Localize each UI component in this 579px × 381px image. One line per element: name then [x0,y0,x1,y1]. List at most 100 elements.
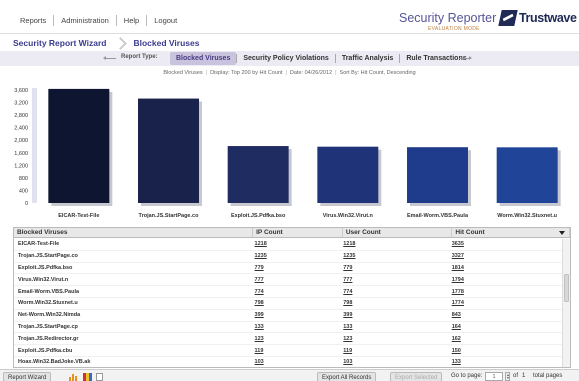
cell-user-count[interactable]: 103 [339,359,447,365]
previous-arrow-icon[interactable] [103,56,116,60]
column-header-ip-count[interactable]: IP Count [253,228,343,237]
table-row[interactable]: Virus.Win32.Virut.n 777 777 1794 [14,274,564,287]
menu-help[interactable]: Help [117,16,146,25]
table-row[interactable]: Exploit.JS.Pdfka.bso 779 779 1814 [14,263,564,275]
cell-user-count[interactable]: 774 [339,289,447,295]
document-icon[interactable] [96,373,103,381]
cell-hit-count[interactable]: 162 [448,336,564,342]
table-scrollbar[interactable] [562,239,570,367]
tab-security-policy-violations[interactable]: Security Policy Violations [237,52,334,65]
flag-icon[interactable] [83,373,92,381]
export-selected-button[interactable]: Export Selected [390,372,443,381]
menu-administration[interactable]: Administration [54,16,116,25]
cell-virus-name: Hoax.Win32.BadJoke.VB.ak [18,359,91,366]
bar[interactable] [138,98,199,203]
table-row[interactable]: Trojan.JS.Redirector.gr 123 123 162 [14,333,564,346]
bar[interactable] [496,147,558,203]
cell-ip-count[interactable]: 123 [251,336,340,342]
cell-user-count[interactable]: 779 [339,265,447,271]
page-spinner-icon[interactable] [505,372,510,381]
evaluation-mode-label: EVALUATION MODE [428,26,480,32]
cell-user-count[interactable]: 133 [339,324,447,330]
table-row[interactable]: Trojan.JS.StartPage.co 1235 1235 3327 [14,251,564,263]
cell-hit-count[interactable]: 133 [448,359,564,365]
column-header-blocked-viruses[interactable]: Blocked Viruses [14,228,254,237]
page-number-input[interactable]: 1 [485,372,503,381]
report-type-tabs: Blocked Viruses Security Policy Violatio… [170,52,473,65]
report-wizard-button[interactable]: Report Wizard [3,372,52,381]
export-all-records-button[interactable]: Export All Records [317,372,377,381]
cell-hit-count[interactable]: 843 [448,312,564,318]
next-arrow-icon[interactable] [459,56,472,60]
cell-user-count[interactable]: 798 [339,300,447,306]
table-row[interactable]: Hoax.Win32.BadJoke.VB.ak 103 103 133 [14,357,564,367]
breadcrumb-current: Blocked Viruses [133,38,200,48]
column-header-hit-count-label: Hit Count [455,229,485,236]
cell-virus-name: Trojan.JS.Redirector.gr [18,335,79,342]
bar[interactable] [407,147,468,203]
cell-hit-count[interactable]: 164 [448,324,564,330]
y-tick-label: 3,600 [14,88,28,94]
bar[interactable] [317,146,379,203]
tab-blocked-viruses[interactable]: Blocked Viruses [170,52,237,65]
cell-hit-count[interactable]: 1794 [448,277,564,283]
cell-user-count[interactable]: 399 [339,312,447,318]
x-tick-label: Worm.Win32.Stuxnet.u [497,213,557,219]
cell-ip-count[interactable]: 133 [251,324,340,330]
bar[interactable] [227,146,289,203]
table-row[interactable]: Email-Worm.VBS.Paula 774 774 1778 [14,286,564,298]
cell-user-count[interactable]: 119 [339,348,447,354]
product-title: Security Reporter [399,11,497,25]
bar-chart-icon[interactable] [69,373,77,381]
cell-ip-count[interactable]: 774 [251,289,340,295]
table-body: EICAR-Test-File 1218 1218 3635 Trojan.JS.Sta… [14,239,564,367]
cell-ip-count[interactable]: 103 [251,359,340,365]
table-row[interactable]: EICAR-Test-File 1218 1218 3635 [14,239,564,251]
cell-ip-count[interactable]: 779 [251,265,340,271]
main-menu: Reports Administration Help Logout [13,15,184,26]
cell-ip-count[interactable]: 798 [251,300,340,306]
cell-hit-count[interactable]: 1778 [448,289,564,295]
tab-traffic-analysis[interactable]: Traffic Analysis [336,52,400,65]
cell-virus-name: Exploit.JS.Pdfka.cbu [18,347,73,354]
menu-logout[interactable]: Logout [147,16,184,25]
table-row[interactable]: Trojan.JS.StartPage.cp 133 133 164 [14,322,564,334]
cell-virus-name: Worm.Win32.Stuxnet.u [18,300,78,307]
menu-reports[interactable]: Reports [13,16,53,25]
cell-ip-count[interactable]: 1235 [251,253,340,259]
cell-hit-count[interactable]: 3635 [448,241,564,247]
y-tick-label: 0 [25,201,28,207]
table-row[interactable]: Worm.Win32.Stuxnet.u 798 798 1774 [14,298,564,310]
column-header-hit-count[interactable]: Hit Count [452,228,570,237]
cell-ip-count[interactable]: 399 [251,312,340,318]
trustwave-logo-text: Trustwave [519,11,577,25]
cell-user-count[interactable]: 1218 [339,241,447,247]
cell-ip-count[interactable]: 119 [251,348,340,354]
report-info-line: Blocked Viruses | Display: Top 200 by Hit … [163,70,416,76]
breadcrumb-wizard[interactable]: Security Report Wizard [13,38,106,48]
cell-hit-count[interactable]: 150 [448,348,564,354]
cell-user-count[interactable]: 123 [339,336,447,342]
table-row[interactable]: Net-Worm.Win32.Nimda 399 399 843 [14,310,564,322]
trustwave-logo-icon [498,10,518,26]
cell-user-count[interactable]: 777 [339,277,447,283]
cell-hit-count[interactable]: 1814 [448,265,564,271]
cell-virus-name: Email-Worm.VBS.Paula [18,288,80,295]
column-header-user-count[interactable]: User Count [343,228,453,237]
cell-hit-count[interactable]: 1774 [448,300,564,306]
bar[interactable] [48,88,110,203]
of-label: of [513,373,519,379]
cell-hit-count[interactable]: 3327 [448,253,564,259]
cell-virus-name: Exploit.JS.Pdfka.bso [18,264,73,271]
table-row[interactable]: Exploit.JS.Pdfka.cbu 119 119 150 [14,345,564,357]
total-pages-label: total pages [533,373,563,379]
info-display: Display: Top 200 by Hit Count [210,70,283,76]
sort-descending-icon[interactable] [559,231,565,235]
scrollbar-thumb[interactable] [564,274,569,302]
cell-virus-name: Virus.Win32.Virut.n [18,276,69,283]
cell-user-count[interactable]: 1235 [339,253,447,259]
total-pages-count: 1 [522,373,526,379]
cell-ip-count[interactable]: 1218 [251,241,340,247]
cell-ip-count[interactable]: 777 [251,277,340,283]
x-tick-label: Trojan.JS.StartPage.co [139,213,200,219]
